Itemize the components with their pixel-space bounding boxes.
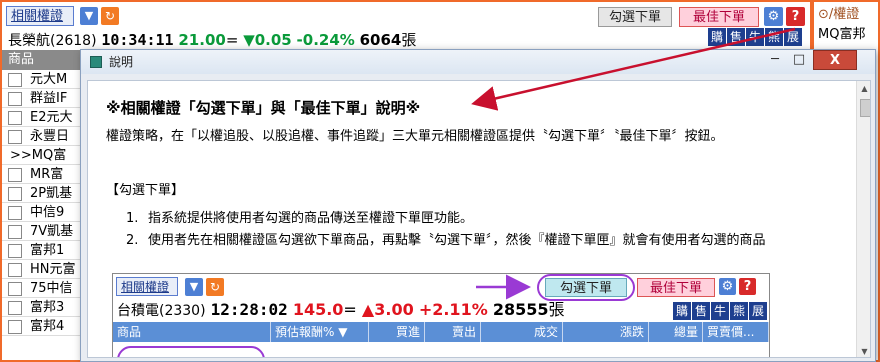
annotation-overlay — [471, 27, 796, 300]
red-arrow — [471, 27, 796, 111]
